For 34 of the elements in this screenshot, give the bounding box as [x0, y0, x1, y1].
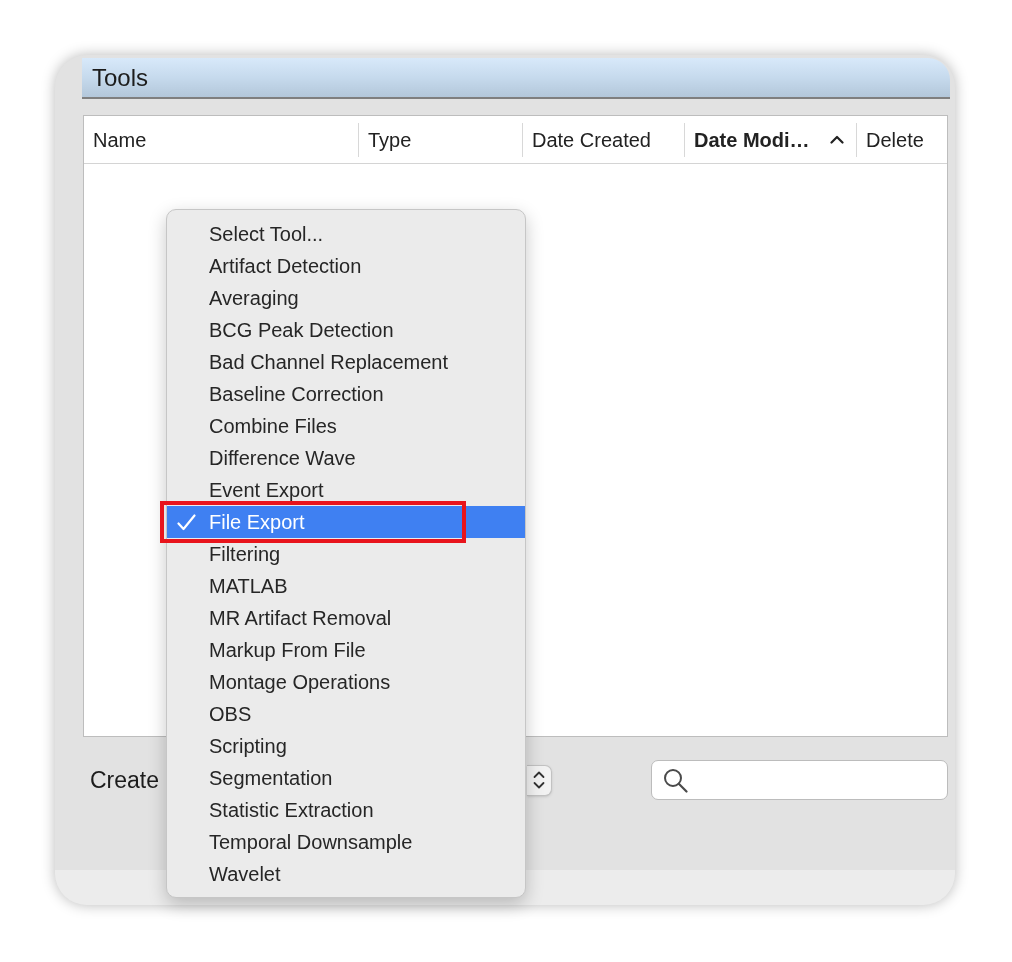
window-title: Tools — [92, 65, 149, 90]
menu-item[interactable]: Select Tool... — [167, 223, 525, 245]
menu-item[interactable]: BCG Peak Detection — [167, 319, 525, 341]
popup-button[interactable] — [527, 764, 552, 796]
menu-item[interactable]: Filtering — [167, 543, 525, 565]
column-header[interactable]: Type — [359, 122, 522, 157]
column-header[interactable]: Name — [84, 122, 358, 157]
menu-item[interactable]: File Export — [167, 506, 525, 538]
menu-item[interactable]: Event Export — [167, 479, 525, 501]
column-header[interactable]: Delete — [857, 122, 948, 157]
search-field[interactable] — [651, 760, 948, 800]
column-header[interactable]: Date Modi… — [685, 122, 856, 157]
menu-item[interactable]: Segmentation — [167, 767, 525, 789]
menu-item[interactable]: Bad Channel Replacement — [167, 351, 525, 373]
menu-item[interactable]: Difference Wave — [167, 447, 525, 469]
create-label: Create — [90, 768, 160, 792]
menu-item[interactable]: Temporal Downsample — [167, 831, 525, 853]
updown-chevron-icon — [533, 770, 545, 790]
search-icon — [663, 767, 688, 793]
menu-item[interactable]: Statistic Extraction — [167, 799, 525, 821]
menu-item[interactable]: MATLAB — [167, 575, 525, 597]
menu-item[interactable]: Baseline Correction — [167, 383, 525, 405]
menu-item[interactable]: OBS — [167, 703, 525, 725]
menu-item[interactable]: MR Artifact Removal — [167, 607, 525, 629]
column-header[interactable]: Date Created — [523, 122, 684, 157]
menu-item[interactable]: Wavelet — [167, 863, 525, 885]
menu-item[interactable]: Scripting — [167, 735, 525, 757]
menu-item[interactable]: Averaging — [167, 287, 525, 309]
menu-item[interactable]: Montage Operations — [167, 671, 525, 693]
menu-item[interactable]: Combine Files — [167, 415, 525, 437]
checkmark-icon — [177, 513, 196, 531]
chevron-up-icon — [830, 135, 844, 144]
menu-item[interactable]: Artifact Detection — [167, 255, 525, 277]
menu-item[interactable]: Markup From File — [167, 639, 525, 661]
